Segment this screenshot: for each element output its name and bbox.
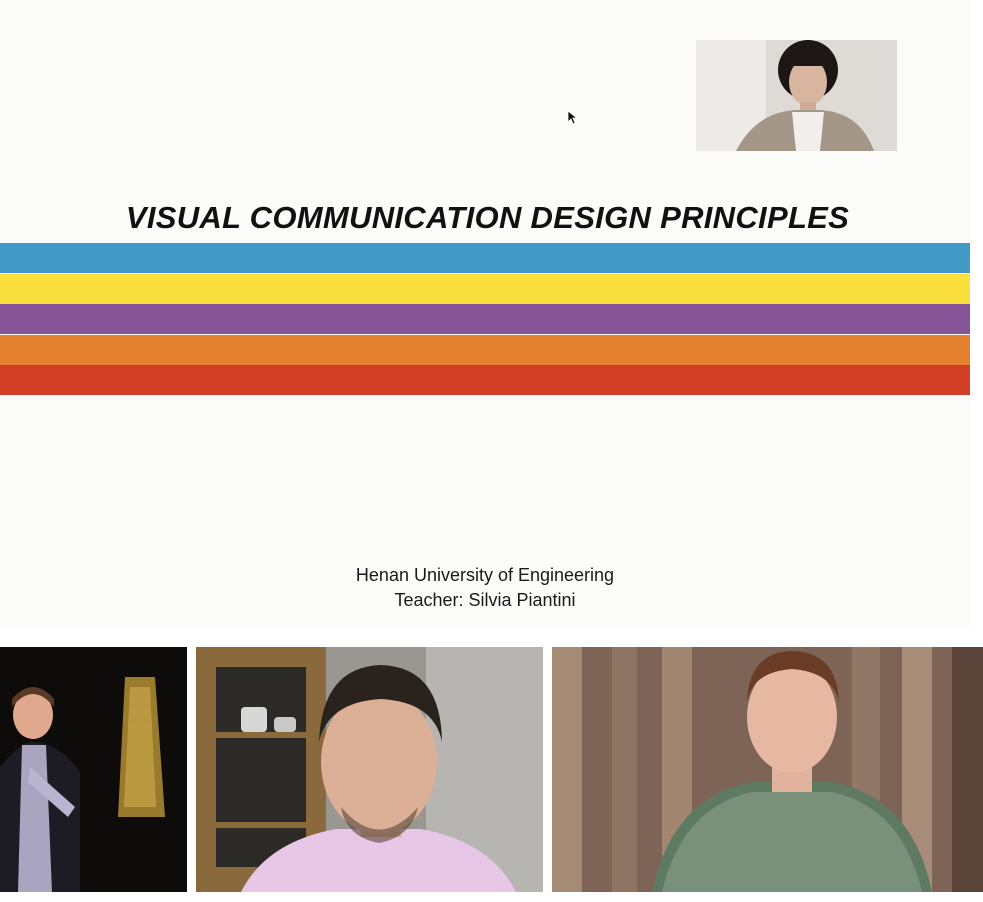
teacher-name: Teacher: Silvia Piantini <box>394 590 576 610</box>
color-stripes <box>0 243 970 396</box>
stripe-blue <box>0 243 970 273</box>
slide-title: VISUAL COMMUNICATION DESIGN PRINCIPLES <box>125 200 850 235</box>
participant-video-tile-1[interactable] <box>0 647 187 892</box>
stripe-yellow <box>0 273 970 304</box>
participant-avatar-1 <box>0 647 187 892</box>
stripe-orange <box>0 334 970 365</box>
presenter-video-tile[interactable] <box>696 40 897 151</box>
stripe-purple <box>0 304 970 334</box>
participant-video-tile-3[interactable] <box>552 647 983 892</box>
participant-avatar-3 <box>552 647 983 892</box>
slide-footer: Henan University of Engineering Teacher:… <box>0 563 970 613</box>
shared-slide: VISUAL COMMUNICATION DESIGN PRINCIPLES H… <box>0 0 970 628</box>
institution-name: Henan University of Engineering <box>355 565 615 585</box>
participant-avatar-2 <box>196 647 543 892</box>
participant-video-tile-2[interactable] <box>196 647 543 892</box>
mouse-pointer-icon <box>567 110 579 125</box>
stripe-red <box>0 365 970 395</box>
participant-gallery <box>0 646 983 902</box>
presenter-avatar <box>696 40 897 151</box>
